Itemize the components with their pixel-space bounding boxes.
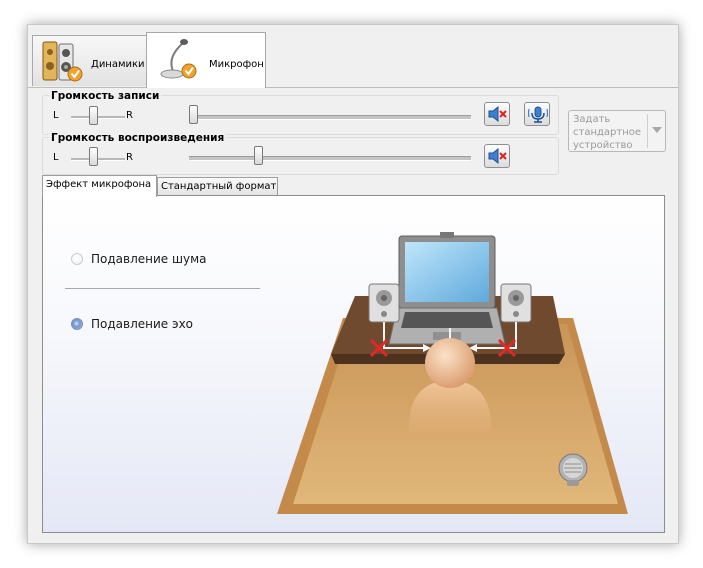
playback-volume-thumb[interactable] <box>254 146 263 165</box>
set-default-device-label: Задать стандартное устройство <box>573 114 642 151</box>
microphone-icon <box>157 37 203 81</box>
dropdown-separator <box>647 114 648 148</box>
mic-effect-panel: Подавление шума Подавление эхо <box>42 195 665 533</box>
playback-volume-group: Громкость воспроизведения L R <box>42 132 559 175</box>
left-speaker-image <box>368 283 400 323</box>
speaker-muted-icon <box>488 105 508 125</box>
tab-microphone[interactable]: Микрофон <box>146 32 266 88</box>
record-volume-thumb[interactable] <box>189 105 198 124</box>
playback-left-label: L <box>53 152 59 163</box>
tab-microphone-label: Микрофон <box>209 59 264 70</box>
tab-speakers[interactable]: Динамики <box>32 35 148 86</box>
sound-properties-window: Динамики Микрофон Громкость записи L R З… <box>27 24 679 544</box>
record-settings-button[interactable] <box>524 102 550 126</box>
record-left-label: L <box>53 110 59 121</box>
laptop-image <box>388 232 506 345</box>
record-volume-group: Громкость записи L R <box>42 90 559 135</box>
noise-suppression-radio[interactable] <box>71 253 83 265</box>
playback-balance-thumb[interactable] <box>89 147 98 166</box>
echo-cancellation-radio[interactable] <box>71 318 83 330</box>
options-divider <box>65 288 260 289</box>
chevron-down-icon[interactable] <box>652 127 662 133</box>
record-right-label: R <box>126 110 133 121</box>
echo-cancellation-label: Подавление эхо <box>91 317 194 331</box>
echo-cancellation-illustration <box>277 232 628 514</box>
tab-default-format[interactable]: Стандартный формат <box>157 177 278 196</box>
tab-mic-effect[interactable]: Эффект микрофона <box>42 175 157 197</box>
noise-suppression-label: Подавление шума <box>91 252 207 266</box>
mic-settings-icon <box>527 105 549 126</box>
set-default-device-button[interactable]: Задать стандартное устройство <box>568 110 666 152</box>
right-speaker-image <box>500 283 532 323</box>
record-volume-title: Громкость записи <box>49 90 162 102</box>
device-tabstrip: Динамики Микрофон <box>28 25 678 88</box>
playback-balance-track <box>71 158 125 161</box>
record-mute-button[interactable] <box>484 102 510 126</box>
tab-speakers-label: Динамики <box>91 59 145 70</box>
record-volume-track <box>189 115 471 120</box>
record-balance-thumb[interactable] <box>89 106 98 125</box>
playback-mute-button[interactable] <box>484 144 510 168</box>
playback-right-label: R <box>126 152 133 163</box>
record-balance-track <box>71 116 125 119</box>
speakers-icon <box>39 40 85 84</box>
playback-volume-title: Громкость воспроизведения <box>49 132 227 144</box>
speaker-muted-icon <box>488 147 508 167</box>
playback-volume-track <box>189 156 471 161</box>
